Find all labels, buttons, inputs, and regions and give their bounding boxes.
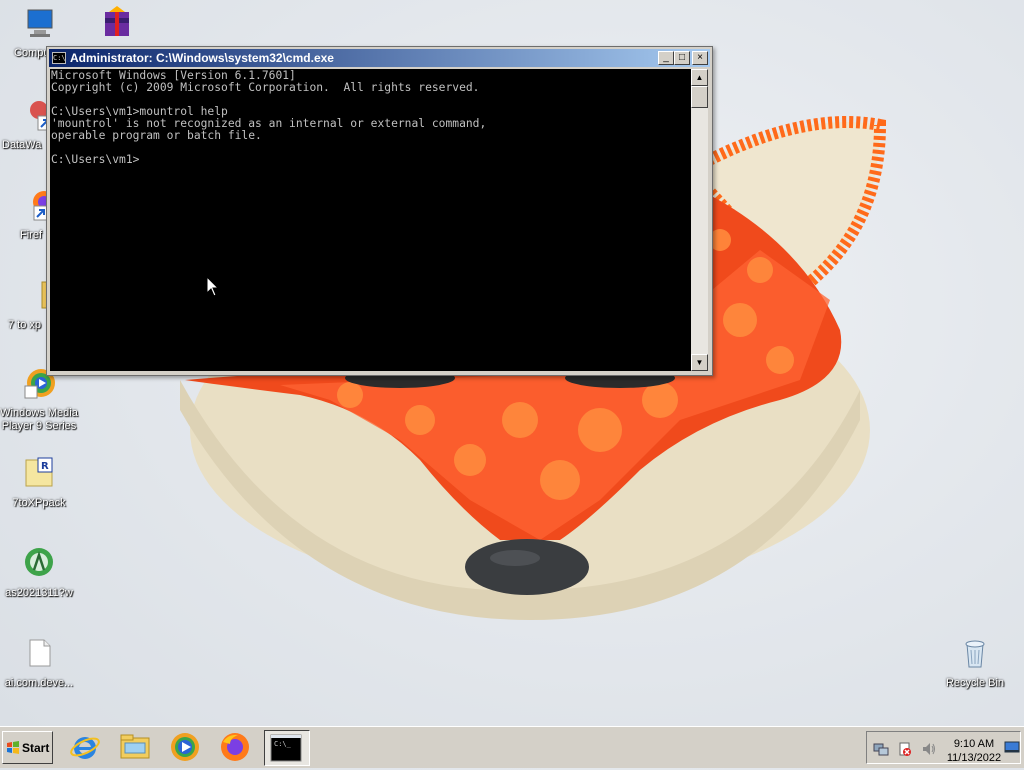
computer-icon <box>27 9 53 37</box>
desktop-icon-label: Recycle Bin <box>945 677 1005 689</box>
volume-icon[interactable] <box>921 741 937 757</box>
desktop-icon-label: Windows Media Player 9 Series <box>0 407 78 432</box>
media-player-icon <box>171 733 199 761</box>
taskbar-cmd[interactable]: C:\_ <box>264 730 310 766</box>
start-button[interactable]: Start <box>2 731 53 764</box>
show-desktop-icon[interactable] <box>1004 739 1020 755</box>
document-icon <box>29 639 51 667</box>
taskbar-firefox[interactable] <box>218 730 254 766</box>
start-label: Start <box>22 741 50 755</box>
firefox-icon <box>221 733 249 761</box>
desktop-icon-document[interactable]: ai.com.deve... <box>0 636 78 690</box>
console-area[interactable]: Microsoft Windows [Version 6.1.7601] Cop… <box>50 69 691 371</box>
winrar-archive-icon <box>105 6 129 36</box>
svg-text:C:\_: C:\_ <box>274 740 292 748</box>
desktop-icon-android-studio[interactable]: as2021311?w <box>0 546 78 600</box>
scroll-up-button[interactable]: ▲ <box>691 69 708 86</box>
desktop-icon-label: as2021311?w <box>5 587 73 599</box>
desktop-icon-label: 7toXPpack <box>12 497 66 509</box>
desktop-icon-label: ai.com.deve... <box>4 677 74 689</box>
taskbar-windows-explorer[interactable] <box>118 730 154 766</box>
cmd-window[interactable]: C:\ Administrator: C:\Windows\system32\c… <box>46 46 713 376</box>
close-button[interactable]: × <box>692 51 708 65</box>
minimize-button[interactable]: _ <box>658 51 674 65</box>
scroll-thumb[interactable] <box>691 86 708 108</box>
taskbar-internet-explorer[interactable] <box>68 730 104 766</box>
system-tray: 9:10 AM 11/13/2022 <box>866 731 1021 764</box>
desktop-icon-windows-media-player[interactable]: Windows Media Player 9 Series <box>0 366 78 433</box>
internet-explorer-icon <box>70 737 100 759</box>
android-studio-icon <box>25 548 53 576</box>
console-output: Microsoft Windows [Version 6.1.7601] Cop… <box>51 69 487 166</box>
desktop-icon-recycle-bin[interactable]: Recycle Bin <box>936 636 1014 690</box>
desktop-icon-7toxppack[interactable]: R 7toXPpack <box>0 456 78 510</box>
vertical-scrollbar[interactable]: ▲ ▼ <box>691 69 708 371</box>
windows-flag-icon <box>7 741 19 754</box>
cmd-title-bar[interactable]: C:\ Administrator: C:\Windows\system32\c… <box>49 49 710 67</box>
taskbar: Start C:\_ 9:10 AM 11/13/2022 <box>0 726 1024 768</box>
action-center-icon[interactable] <box>897 741 913 757</box>
clock[interactable]: 9:10 AM 11/13/2022 <box>943 737 1005 765</box>
scroll-down-button[interactable]: ▼ <box>691 354 708 371</box>
desktop-icon-archive[interactable] <box>78 4 156 45</box>
cmd-icon: C:\ <box>52 52 66 64</box>
window-title: Administrator: C:\Windows\system32\cmd.e… <box>70 51 334 65</box>
maximize-button[interactable]: □ <box>674 51 690 65</box>
clock-date: 11/13/2022 <box>946 752 1002 764</box>
cmd-icon: C:\_ <box>270 734 302 762</box>
svg-text:R: R <box>41 461 49 472</box>
7toxppack-icon: R <box>25 457 53 487</box>
clock-time: 9:10 AM <box>953 738 995 750</box>
recycle-bin-icon <box>965 640 985 668</box>
mouse-pointer-icon <box>206 276 220 297</box>
network-icon[interactable] <box>873 741 889 757</box>
windows-explorer-icon <box>120 734 150 759</box>
taskbar-media-player[interactable] <box>168 730 204 766</box>
